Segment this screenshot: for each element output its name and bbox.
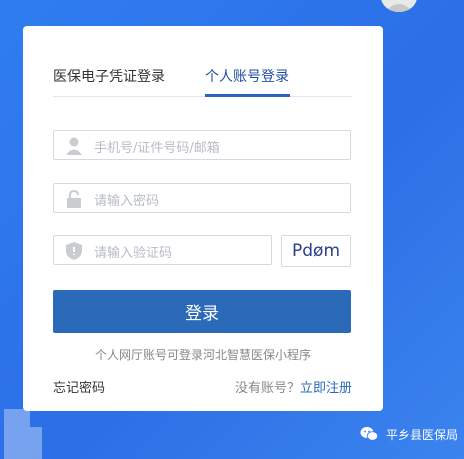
account-input[interactable]: 手机号/证件号码/邮箱 — [53, 130, 351, 160]
tab-e-voucher-login[interactable]: 医保电子凭证登录 — [53, 66, 165, 86]
captcha-image[interactable]: Pdøm — [281, 235, 351, 267]
tab-account-login[interactable]: 个人账号登录 — [205, 66, 289, 86]
captcha-input[interactable]: 请输入验证码 — [53, 235, 272, 265]
captcha-code: Pdøm — [292, 241, 341, 261]
wechat-icon — [360, 427, 378, 441]
register-link[interactable]: 立即注册 — [300, 381, 352, 396]
mini-program-hint: 个人网厅账号可登录河北智慧医保小程序 — [94, 348, 311, 362]
forgot-password-link[interactable]: 忘记密码 — [53, 377, 105, 396]
captcha-placeholder: 请输入验证码 — [94, 246, 173, 261]
login-card: 医保电子凭证登录 个人账号登录 手机号/证件号码/邮箱 请输入密码 请输入验证码… — [23, 26, 383, 411]
login-button[interactable]: 登录 — [53, 290, 351, 333]
user-avatar[interactable] — [381, 0, 417, 12]
register-area: 没有账号？立即注册 — [235, 377, 352, 396]
shield-icon — [66, 242, 82, 260]
no-account-text: 没有账号？ — [234, 381, 300, 396]
password-placeholder: 请输入密码 — [94, 194, 160, 209]
watermark-text: 平乡县医保局 — [385, 427, 458, 442]
lock-icon — [67, 189, 81, 208]
login-tabs: 医保电子凭证登录 个人账号登录 — [53, 58, 352, 97]
password-input[interactable]: 请输入密码 — [53, 183, 351, 213]
wechat-watermark: 平乡县医保局 — [360, 425, 458, 443]
active-tab-indicator — [205, 94, 290, 97]
user-icon — [66, 137, 82, 155]
account-placeholder: 手机号/证件号码/邮箱 — [94, 141, 220, 156]
